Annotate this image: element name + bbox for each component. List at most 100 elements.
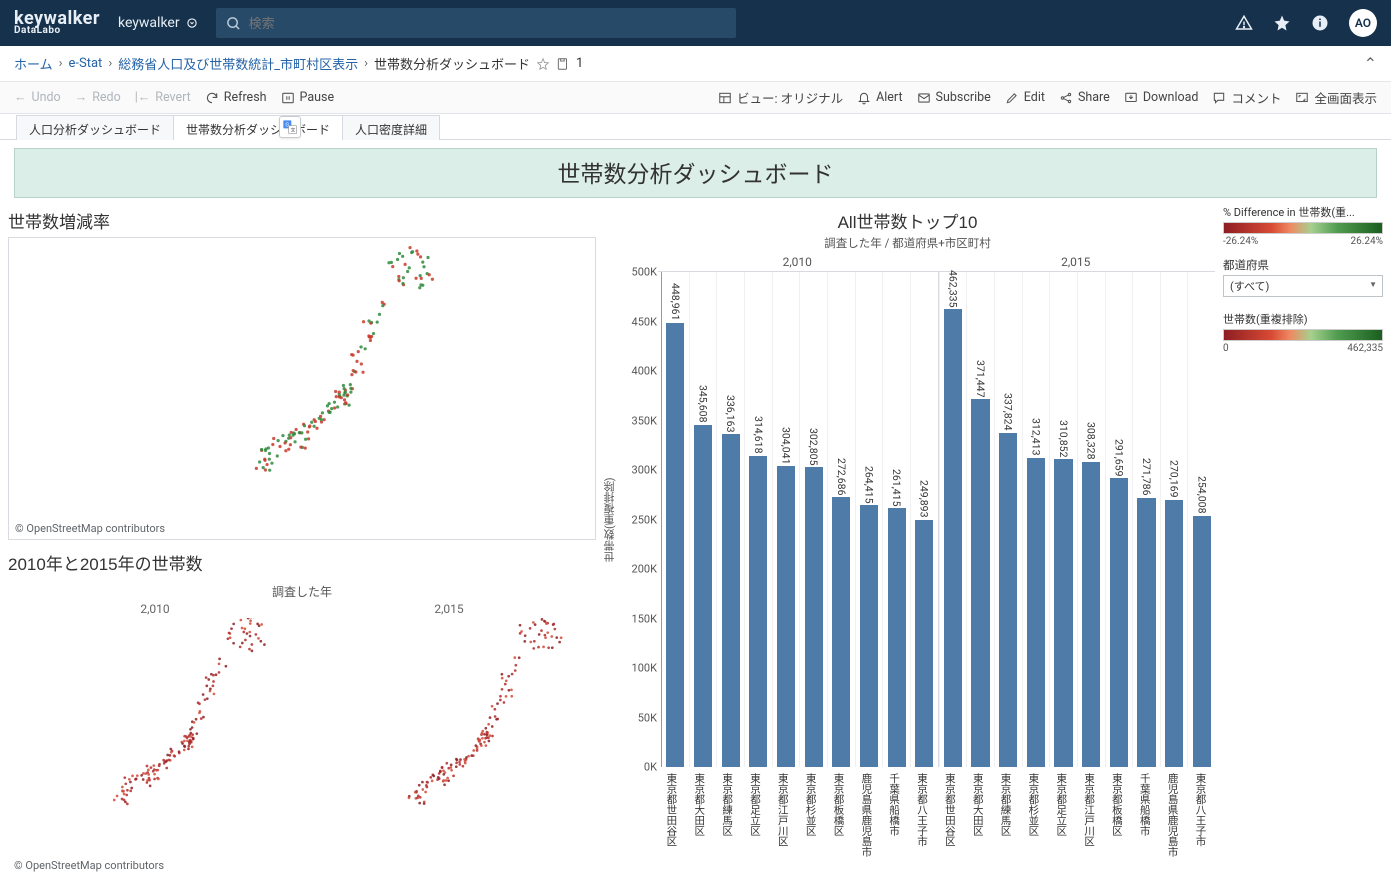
bar[interactable]: 314,618 <box>749 456 767 767</box>
bar[interactable]: 271,786 <box>1137 498 1155 767</box>
bar[interactable]: 304,041 <box>777 466 795 767</box>
alert-button[interactable]: Alert <box>857 90 902 105</box>
y-tick: 50K <box>638 711 657 724</box>
brand-logo[interactable]: keywalker DataLabo <box>14 10 100 36</box>
subscribe-button[interactable]: Subscribe <box>917 90 991 105</box>
bar-column[interactable]: 310,852 <box>1049 272 1077 767</box>
bar-column[interactable]: 261,415 <box>882 272 910 767</box>
crumb-l2[interactable]: 総務省人口及び世帯数統計_市町村区表示 <box>118 54 358 73</box>
avatar[interactable]: AO <box>1349 9 1377 37</box>
y-axis-label: 世帯数(重複排除) <box>600 272 618 767</box>
bar[interactable]: 371,447 <box>971 399 989 767</box>
legend-count-min: 0 <box>1223 343 1229 354</box>
bar[interactable]: 312,413 <box>1027 458 1045 767</box>
legend-count-gradient[interactable] <box>1223 329 1383 341</box>
bar[interactable]: 264,415 <box>860 505 878 767</box>
y-tick: 450K <box>632 315 657 328</box>
collapse-icon[interactable]: ⌃ <box>1364 54 1377 73</box>
bar-column[interactable]: 291,659 <box>1105 272 1133 767</box>
bar[interactable]: 336,163 <box>722 434 740 767</box>
top10-title: All世帯数トップ10 <box>600 208 1215 233</box>
bar[interactable]: 345,608 <box>694 425 712 767</box>
bar[interactable]: 254,008 <box>1193 516 1211 767</box>
bar-column[interactable]: 308,328 <box>1077 272 1105 767</box>
legend-diff-gradient[interactable] <box>1223 222 1383 234</box>
bar-column[interactable]: 249,893 <box>910 272 939 767</box>
svg-text:G: G <box>285 122 289 128</box>
search-box[interactable] <box>216 8 736 38</box>
bar-column[interactable]: 271,786 <box>1132 272 1160 767</box>
revert-button[interactable]: |←Revert <box>135 90 191 105</box>
bar-column[interactable]: 264,415 <box>855 272 883 767</box>
bar-column[interactable]: 314,618 <box>744 272 772 767</box>
undo-button[interactable]: ←Undo <box>14 90 61 105</box>
fullscreen-button[interactable]: 全画面表示 <box>1295 88 1377 107</box>
prefecture-select[interactable]: (すべて) <box>1223 275 1383 297</box>
tab-density[interactable]: 人口密度詳細 <box>342 115 440 140</box>
crumb-home[interactable]: ホーム <box>14 54 53 73</box>
comment-button[interactable]: コメント <box>1212 88 1281 107</box>
edit-button[interactable]: Edit <box>1005 90 1045 105</box>
x-axis: 東京都世田谷区東京都大田区東京都練馬区東京都足立区東京都江戸川区東京都杉並区東京… <box>658 767 1215 859</box>
alert-triangle-icon[interactable] <box>1235 14 1253 32</box>
crumb-l1[interactable]: e-Stat <box>69 56 103 71</box>
bar-column[interactable]: 337,824 <box>994 272 1022 767</box>
bar[interactable]: 310,852 <box>1054 459 1072 767</box>
chart-year-header: 2,015 <box>937 253 1216 272</box>
bar-column[interactable]: 448,961 <box>662 272 689 767</box>
bars-area[interactable]: 448,961 345,608 336,163 314,618 304,041 302,8… <box>662 272 1215 767</box>
star-icon[interactable] <box>1273 14 1291 32</box>
bar-column[interactable]: 336,163 <box>716 272 744 767</box>
bar-column[interactable]: 254,008 <box>1187 272 1215 767</box>
bar-column[interactable]: 304,041 <box>772 272 800 767</box>
view-tabs: 人口分析ダッシュボード 世帯数分析ダッシュボード 人口密度詳細 G文 <box>0 114 1391 140</box>
bar-column[interactable]: 270,169 <box>1160 272 1188 767</box>
pause-button[interactable]: Pause <box>281 90 335 105</box>
refresh-button[interactable]: Refresh <box>205 90 267 105</box>
bar-value-label: 304,041 <box>779 427 792 464</box>
bar[interactable]: 308,328 <box>1082 462 1100 767</box>
view-button[interactable]: ビュー: オリジナル <box>718 88 843 107</box>
prefecture-filter-label: 都道府県 <box>1223 257 1383 273</box>
bar[interactable]: 337,824 <box>999 433 1017 767</box>
download-button[interactable]: Download <box>1124 90 1199 105</box>
y-tick: 250K <box>632 513 657 526</box>
map-2010[interactable] <box>8 618 301 876</box>
x-axis-label: 東京都八王子市 <box>909 767 937 859</box>
refresh-icon <box>205 91 219 105</box>
x-axis-label: 東京都足立区 <box>742 767 770 859</box>
chevron-down-icon <box>186 17 198 29</box>
bar-column[interactable]: 312,413 <box>1022 272 1050 767</box>
bar[interactable]: 448,961 <box>666 323 684 767</box>
bar[interactable]: 261,415 <box>888 508 906 767</box>
bar[interactable]: 302,805 <box>805 467 823 767</box>
x-axis-label: 東京都杉並区 <box>1020 767 1048 859</box>
bar-column[interactable]: 345,608 <box>689 272 717 767</box>
bar[interactable]: 270,169 <box>1165 500 1183 767</box>
toolbar: ←Undo →Redo |←Revert Refresh Pause ビュー: … <box>0 82 1391 114</box>
download-icon <box>1124 91 1138 105</box>
bar-value-label: 345,608 <box>696 385 709 422</box>
bar[interactable]: 291,659 <box>1110 478 1128 767</box>
tab-population[interactable]: 人口分析ダッシュボード <box>16 115 174 140</box>
compare-title: 2010年と2015年の世帯数 <box>8 550 596 575</box>
star-outline-icon[interactable] <box>536 57 550 71</box>
translate-icon[interactable]: G文 <box>279 116 301 138</box>
map-2015[interactable] <box>303 618 596 876</box>
redo-button[interactable]: →Redo <box>75 90 121 105</box>
tab-household[interactable]: 世帯数分析ダッシュボード <box>173 115 343 140</box>
search-input[interactable] <box>249 16 726 31</box>
compare-header: 調査した年 <box>8 583 596 600</box>
bar-column[interactable]: 462,335 <box>939 272 967 767</box>
bar[interactable]: 272,686 <box>832 497 850 767</box>
share-button[interactable]: Share <box>1059 90 1110 105</box>
map-growth[interactable]: © OpenStreetMap contributors <box>8 237 596 540</box>
bar[interactable]: 462,335 <box>944 309 962 767</box>
bar-column[interactable]: 371,447 <box>966 272 994 767</box>
bar-column[interactable]: 302,805 <box>799 272 827 767</box>
info-icon[interactable] <box>1311 14 1329 32</box>
x-axis-label: 東京都大田区 <box>964 767 992 859</box>
bar[interactable]: 249,893 <box>915 520 933 767</box>
workspace-selector[interactable]: keywalker <box>118 15 198 31</box>
bar-column[interactable]: 272,686 <box>827 272 855 767</box>
